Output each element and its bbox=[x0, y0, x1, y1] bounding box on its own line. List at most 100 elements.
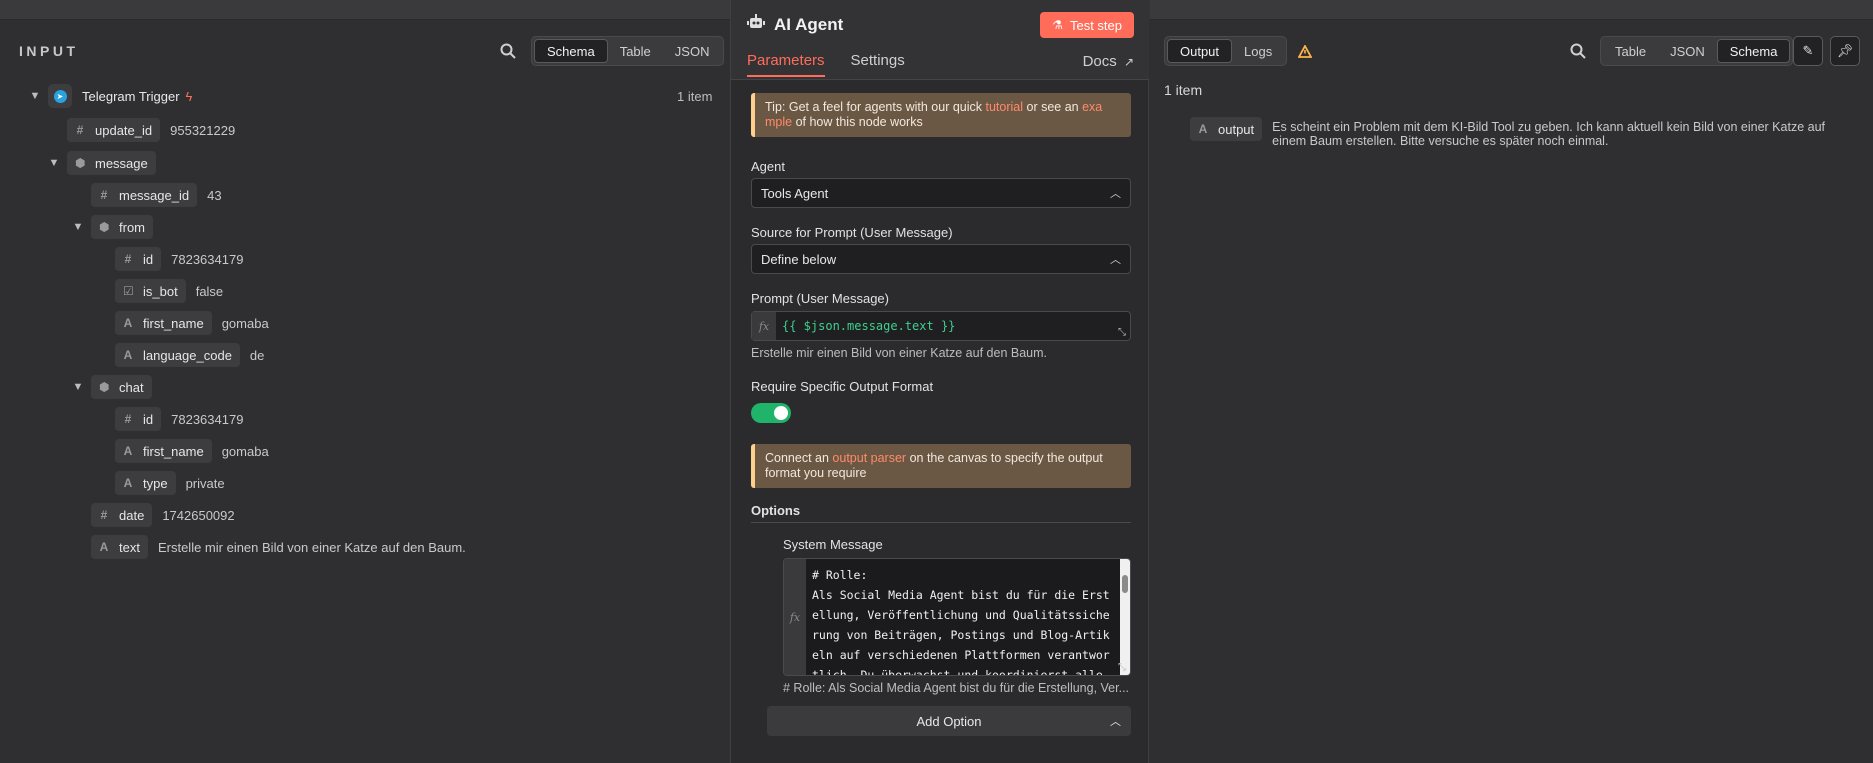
field-message-id[interactable]: # message_id 43 bbox=[91, 183, 222, 207]
string-type-icon: A bbox=[123, 316, 133, 330]
fx-icon: fx bbox=[784, 559, 806, 675]
object-type-icon: ⬢ bbox=[99, 220, 110, 234]
field-first-name[interactable]: Afirst_name gomaba bbox=[115, 311, 269, 335]
output-view-toggle: Table JSON Schema bbox=[1600, 36, 1794, 66]
node-header: AI Agent ⚗ Test step Parameters Settings… bbox=[731, 0, 1150, 80]
system-message-scrollbar[interactable] bbox=[1120, 559, 1130, 675]
prompt-label: Prompt (User Message) bbox=[751, 291, 889, 306]
trigger-row[interactable]: ▼ ➤ Telegram Trigger ϟ bbox=[28, 84, 192, 108]
expand-icon[interactable]: ⤡ bbox=[1118, 662, 1126, 673]
output-parser-callout: Connect an output parser on the canvas t… bbox=[751, 444, 1131, 488]
field-chat[interactable]: ▼ ⬢ chat bbox=[71, 375, 152, 399]
output-field[interactable]: Aoutput Es scheint ein Problem mit dem K… bbox=[1190, 117, 1852, 148]
field-date[interactable]: # date 1742650092 bbox=[91, 503, 235, 527]
string-type-icon: A bbox=[1198, 122, 1208, 136]
node-tabs: Parameters Settings bbox=[747, 52, 905, 77]
string-type-icon: A bbox=[123, 444, 133, 458]
fx-icon: fx bbox=[752, 312, 776, 340]
source-select[interactable]: Define below ︿ bbox=[751, 244, 1131, 274]
node-parameters-panel: AI Agent ⚗ Test step Parameters Settings… bbox=[730, 0, 1150, 763]
docs-link[interactable]: Docs ↗ bbox=[1083, 53, 1134, 70]
number-type-icon: # bbox=[76, 123, 84, 137]
input-panel: INPUT Schema Table JSON ▼ ➤ Telegram Tri… bbox=[0, 20, 730, 763]
chevron-up-icon: ︿ bbox=[1110, 716, 1121, 728]
field-from[interactable]: ▼ ⬢ from bbox=[71, 215, 153, 239]
prompt-preview: Erstelle mir einen Bild von einer Katze … bbox=[751, 346, 1047, 360]
input-title: INPUT bbox=[19, 43, 79, 59]
telegram-icon: ➤ bbox=[48, 84, 72, 108]
view-table[interactable]: Table bbox=[608, 39, 663, 63]
output-format-toggle[interactable] bbox=[751, 403, 791, 423]
chevron-up-icon: ︿ bbox=[1110, 254, 1121, 266]
field-chat-id[interactable]: # id 7823634179 bbox=[115, 407, 243, 431]
string-type-icon: A bbox=[99, 540, 109, 554]
field-chat-first-name[interactable]: Afirst_name gomaba bbox=[115, 439, 269, 463]
example-link[interactable]: exa bbox=[1082, 100, 1102, 114]
view-schema[interactable]: Schema bbox=[534, 39, 608, 63]
chevron-down-icon[interactable]: ▼ bbox=[71, 381, 85, 393]
system-message-preview: # Rolle: Als Social Media Agent bist du … bbox=[783, 681, 1130, 695]
number-type-icon: # bbox=[124, 252, 132, 266]
view-json[interactable]: JSON bbox=[663, 39, 722, 63]
system-message-input[interactable]: fx # Rolle: Als Social Media Agent bist … bbox=[783, 558, 1131, 676]
pencil-icon: ✎ bbox=[1802, 43, 1814, 58]
field-language-code[interactable]: Alanguage_code de bbox=[115, 343, 264, 367]
example-link-cont[interactable]: mple bbox=[765, 115, 792, 129]
options-label: Options bbox=[751, 503, 801, 518]
view-json[interactable]: JSON bbox=[1658, 39, 1717, 63]
chevron-down-icon[interactable]: ▼ bbox=[47, 157, 61, 169]
field-from-id[interactable]: # id 7823634179 bbox=[115, 247, 243, 271]
robot-icon bbox=[747, 14, 765, 35]
source-label: Source for Prompt (User Message) bbox=[751, 225, 953, 240]
add-option-button[interactable]: Add Option ︿ bbox=[767, 706, 1131, 736]
tab-settings[interactable]: Settings bbox=[851, 52, 905, 77]
field-is-bot[interactable]: ☑ is_bot false bbox=[115, 279, 223, 303]
search-icon[interactable] bbox=[1568, 41, 1588, 61]
search-icon[interactable] bbox=[498, 41, 518, 61]
system-message-label: System Message bbox=[783, 537, 883, 552]
agent-label: Agent bbox=[751, 159, 785, 174]
expand-icon[interactable]: ⤡ bbox=[1118, 327, 1126, 338]
number-type-icon: # bbox=[100, 508, 108, 522]
tab-parameters[interactable]: Parameters bbox=[747, 52, 825, 77]
string-type-icon: A bbox=[123, 348, 133, 362]
warning-icon[interactable] bbox=[1295, 41, 1315, 61]
trigger-name: Telegram Trigger bbox=[82, 88, 180, 104]
prompt-expression-input[interactable]: fx {{ $json.message.text }} ⤡ bbox=[751, 311, 1131, 341]
tab-output[interactable]: Output bbox=[1167, 39, 1233, 63]
input-item-count: 1 item bbox=[677, 89, 713, 104]
tutorial-link[interactable]: tutorial bbox=[985, 100, 1023, 114]
agent-select[interactable]: Tools Agent ︿ bbox=[751, 178, 1131, 208]
field-update-id[interactable]: # update_id 955321229 bbox=[67, 118, 235, 142]
options-divider bbox=[751, 522, 1131, 523]
chevron-down-icon[interactable]: ▼ bbox=[28, 90, 42, 102]
field-chat-type[interactable]: Atype private bbox=[115, 471, 225, 495]
pin-icon: 📌︎ bbox=[1836, 43, 1854, 58]
field-text[interactable]: Atext Erstelle mir einen Bild von einer … bbox=[91, 535, 466, 559]
number-type-icon: # bbox=[100, 188, 108, 202]
chevron-up-icon: ︿ bbox=[1110, 188, 1121, 200]
view-schema[interactable]: Schema bbox=[1716, 39, 1791, 63]
tab-logs[interactable]: Logs bbox=[1232, 39, 1284, 63]
flask-icon: ⚗ bbox=[1052, 18, 1063, 32]
output-tabs: Output Logs bbox=[1164, 36, 1288, 66]
pin-data-button[interactable]: 📌︎ bbox=[1830, 36, 1860, 66]
output-item-count: 1 item bbox=[1164, 82, 1203, 98]
node-title: AI Agent bbox=[747, 14, 843, 35]
input-view-toggle: Schema Table JSON bbox=[531, 36, 725, 66]
chevron-down-icon[interactable]: ▼ bbox=[71, 221, 85, 233]
edit-output-button[interactable]: ✎ bbox=[1793, 36, 1823, 66]
checkbox-type-icon: ☑ bbox=[123, 284, 134, 298]
string-type-icon: A bbox=[123, 476, 133, 490]
output-format-label: Require Specific Output Format bbox=[751, 379, 934, 394]
object-type-icon: ⬢ bbox=[75, 156, 86, 170]
output-parser-link[interactable]: output parser bbox=[832, 451, 906, 465]
view-table[interactable]: Table bbox=[1603, 39, 1658, 63]
external-link-icon: ↗ bbox=[1123, 55, 1134, 69]
output-panel: Output Logs Table JSON Schema ✎ 📌︎ 1 ite… bbox=[1149, 20, 1873, 763]
lightning-icon: ϟ bbox=[185, 88, 193, 104]
number-type-icon: # bbox=[124, 412, 132, 426]
field-message[interactable]: ▼ ⬢ message bbox=[47, 151, 156, 175]
test-step-button[interactable]: ⚗ Test step bbox=[1040, 12, 1134, 38]
tip-callout: Tip: Get a feel for agents with our quic… bbox=[751, 93, 1131, 137]
